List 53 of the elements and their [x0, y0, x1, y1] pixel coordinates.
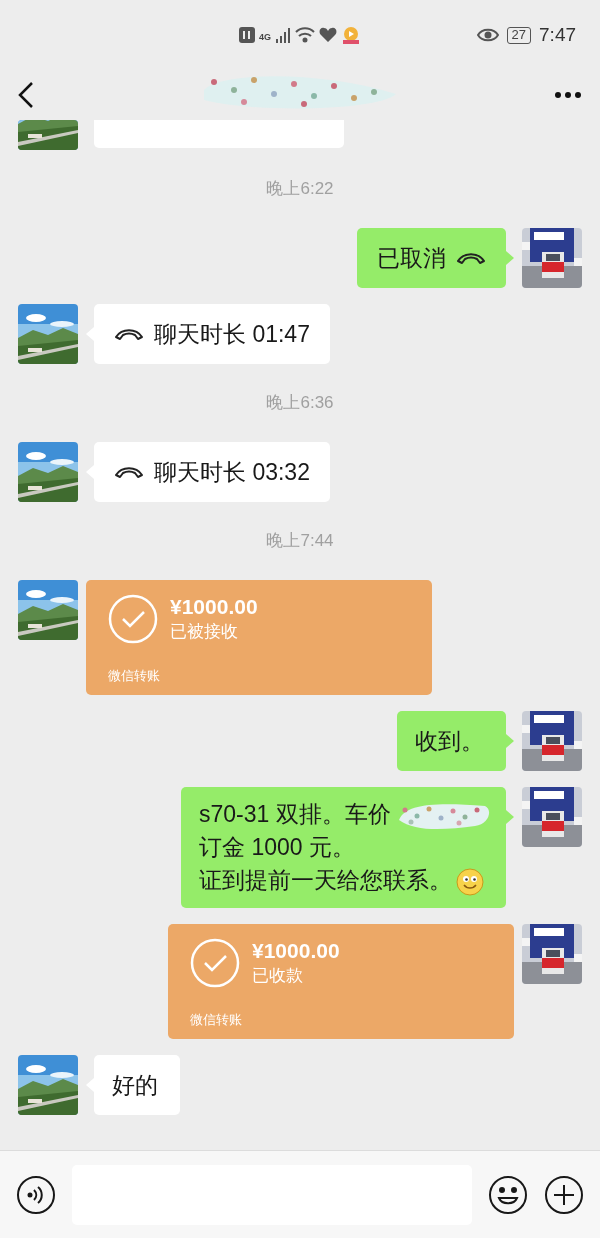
- back-icon[interactable]: [18, 81, 34, 109]
- voice-icon[interactable]: [16, 1174, 56, 1215]
- wifi-icon: [295, 27, 315, 43]
- avatar[interactable]: [18, 304, 78, 364]
- message-text: s70-31 双排。车价: [199, 801, 391, 827]
- message-bubble[interactable]: 好的: [94, 1055, 180, 1115]
- avatar[interactable]: [18, 580, 78, 640]
- check-circle-icon: [190, 938, 240, 988]
- bubble-tail-icon: [506, 734, 514, 748]
- transfer-status: 已被接收: [170, 621, 239, 643]
- signal-icon: [275, 27, 291, 43]
- check-circle-icon: [108, 594, 158, 644]
- message-text: 收到。: [415, 727, 484, 754]
- avatar[interactable]: [18, 1055, 78, 1115]
- network-type: 4G: [259, 31, 271, 45]
- avatar[interactable]: [18, 442, 78, 502]
- message-bubble[interactable]: 收到。: [397, 711, 506, 771]
- phone-icon: [114, 464, 144, 480]
- call-bubble[interactable]: 聊天时长 03:32: [94, 442, 330, 502]
- phone-icon: [114, 326, 144, 342]
- app-icon: [341, 26, 361, 44]
- avatar[interactable]: [522, 711, 582, 771]
- message-text: 订金 1000 元。: [199, 834, 355, 860]
- call-text: 聊天时长 01:47: [154, 319, 310, 349]
- avatar[interactable]: [522, 787, 582, 847]
- timestamp: 晚上7:44: [266, 531, 334, 551]
- clock: 7:47: [539, 22, 576, 47]
- transfer-amount: ¥1000.00: [170, 594, 258, 620]
- timestamp: 晚上6:22: [266, 179, 334, 199]
- transfer-label: 微信转账: [190, 1012, 242, 1027]
- message-bubble[interactable]: s70-31 双排。车价 订金 1000 元。 证到提前一天给您联系。: [181, 787, 506, 908]
- call-text: 聊天时长 03:32: [154, 457, 310, 487]
- avatar[interactable]: [18, 120, 78, 150]
- call-bubble[interactable]: 聊天时长 01:47: [94, 304, 330, 364]
- emoji-icon[interactable]: [488, 1174, 528, 1215]
- battery-indicator: 27: [506, 26, 532, 44]
- transfer-amount: ¥1000.00: [252, 938, 340, 964]
- message-text: 好的: [112, 1071, 158, 1098]
- more-icon[interactable]: [554, 91, 582, 99]
- call-text: 已取消: [377, 243, 446, 273]
- bubble-tail-icon: [506, 251, 514, 265]
- avatar[interactable]: [522, 228, 582, 288]
- eye-icon: [476, 28, 499, 42]
- transfer-label: 微信转账: [108, 668, 160, 683]
- bubble-tail-icon: [506, 810, 514, 824]
- call-bubble[interactable]: 已取消: [357, 228, 506, 288]
- transfer-status: 已收款: [252, 965, 304, 987]
- message-text: 证到提前一天给您联系。: [199, 867, 452, 893]
- heart-icon: [319, 27, 337, 43]
- phone-icon: [456, 250, 486, 266]
- avatar[interactable]: [522, 924, 582, 984]
- timestamp: 晚上6:36: [266, 393, 334, 413]
- plus-icon[interactable]: [544, 1174, 584, 1215]
